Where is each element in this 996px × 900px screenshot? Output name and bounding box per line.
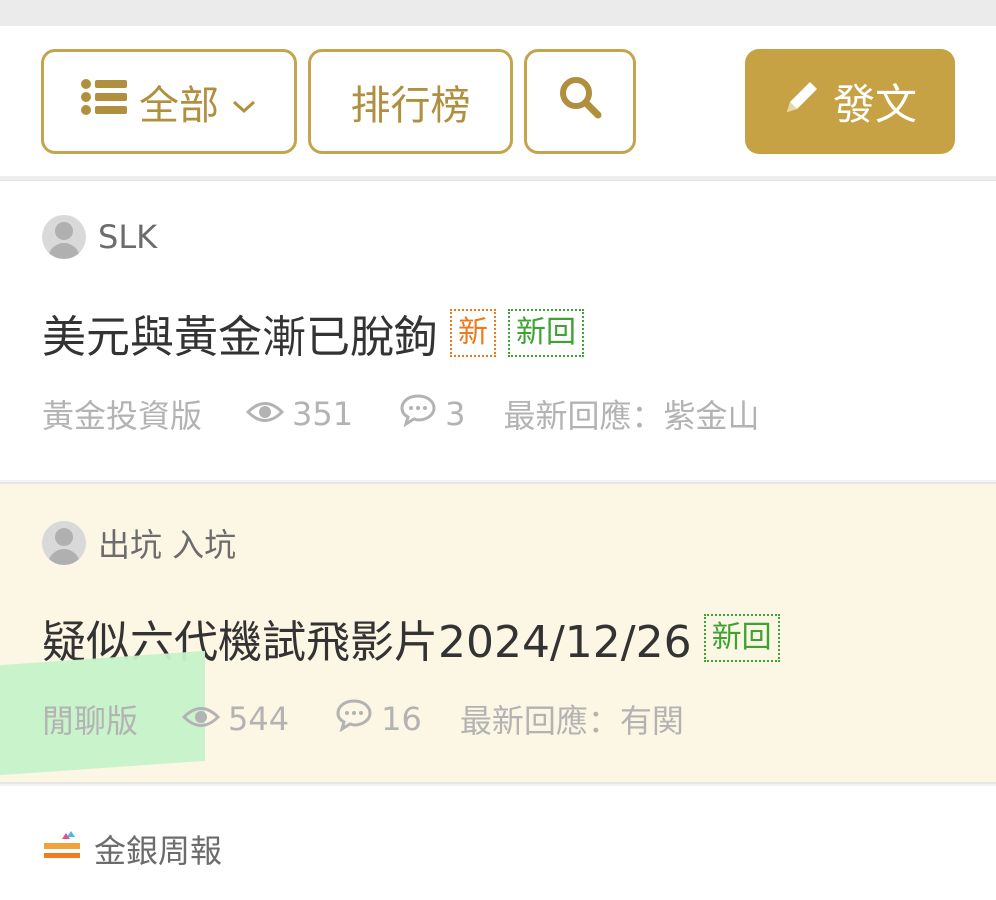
eye-icon (181, 700, 221, 738)
post-card[interactable]: SLK 美元與黃金漸已脫鉤 新 新回 黃金投資版 351 3 最新回應：紫金山 (0, 180, 996, 480)
list-icon (81, 78, 127, 125)
toolbar: 全部 排行榜 發文 (0, 26, 996, 176)
view-count: 544 (181, 700, 289, 738)
comment-icon (335, 698, 373, 740)
search-icon (558, 75, 602, 129)
ranking-button[interactable]: 排行榜 (308, 49, 513, 154)
comment-icon (399, 393, 437, 435)
comment-count: 3 (399, 393, 465, 435)
view-count: 351 (245, 395, 353, 433)
post-card[interactable]: 金銀周報 (0, 786, 996, 900)
author-name: 出坑 入坑 (98, 526, 237, 564)
category-filter-button[interactable]: 全部 (41, 49, 297, 154)
pencil-icon (783, 77, 821, 126)
post-author[interactable]: 出坑 入坑 (42, 520, 236, 566)
comment-count: 16 (335, 698, 422, 740)
author-name: 金銀周報 (94, 832, 223, 870)
avatar (42, 829, 82, 869)
board-name[interactable]: 黃金投資版 (42, 391, 202, 437)
post-meta: 閒聊版 544 16 最新回應：有関 (42, 696, 684, 742)
search-button[interactable] (524, 49, 636, 154)
new-post-button[interactable]: 發文 (745, 49, 955, 154)
new-reply-tag: 新回 (508, 309, 584, 357)
eye-icon (245, 395, 285, 433)
avatar (42, 215, 86, 259)
board-name[interactable]: 閒聊版 (42, 696, 138, 742)
latest-reply: 最新回應：紫金山 (503, 397, 760, 435)
post-author[interactable]: SLK (42, 215, 157, 259)
post-title-text: 美元與黃金漸已脫鉤 (42, 312, 438, 363)
category-filter-label: 全部 (139, 82, 219, 129)
avatar (42, 521, 86, 565)
post-title[interactable]: 美元與黃金漸已脫鉤 新 新回 (42, 301, 584, 365)
author-name: SLK (98, 218, 158, 256)
new-tag: 新 (450, 309, 496, 357)
chevron-down-icon (231, 79, 257, 125)
top-strip (0, 0, 996, 26)
new-reply-tag: 新回 (703, 614, 780, 662)
post-meta: 黃金投資版 351 3 最新回應：紫金山 (42, 391, 759, 437)
new-post-label: 發文 (832, 80, 917, 129)
ranking-label: 排行榜 (350, 82, 471, 129)
latest-reply: 最新回應：有関 (459, 702, 684, 740)
post-author[interactable]: 金銀周報 (42, 826, 222, 872)
